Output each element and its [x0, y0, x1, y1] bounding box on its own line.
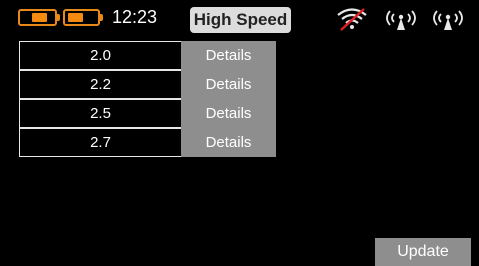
- battery-fill: [68, 13, 83, 22]
- value-cell: 2.2: [19, 70, 182, 99]
- details-button[interactable]: Details: [181, 128, 276, 157]
- value-cell: 2.0: [19, 41, 182, 70]
- wifi-off-icon: [337, 8, 367, 31]
- details-button[interactable]: Details: [181, 70, 276, 99]
- value-cell: 2.5: [19, 99, 182, 128]
- details-button[interactable]: Details: [181, 41, 276, 70]
- battery-terminal: [57, 14, 60, 21]
- details-button[interactable]: Details: [181, 99, 276, 128]
- battery-terminal: [100, 14, 103, 21]
- antenna-icon: [386, 10, 416, 30]
- battery-fill: [32, 13, 47, 22]
- battery-icon: [18, 9, 60, 26]
- speed-mode-badge[interactable]: High Speed: [190, 7, 291, 33]
- update-button[interactable]: Update: [375, 238, 471, 266]
- value-cell: 2.7: [19, 128, 182, 157]
- antenna-icon: [433, 10, 463, 30]
- clock: 12:23: [112, 7, 158, 27]
- battery-icon: [63, 9, 103, 26]
